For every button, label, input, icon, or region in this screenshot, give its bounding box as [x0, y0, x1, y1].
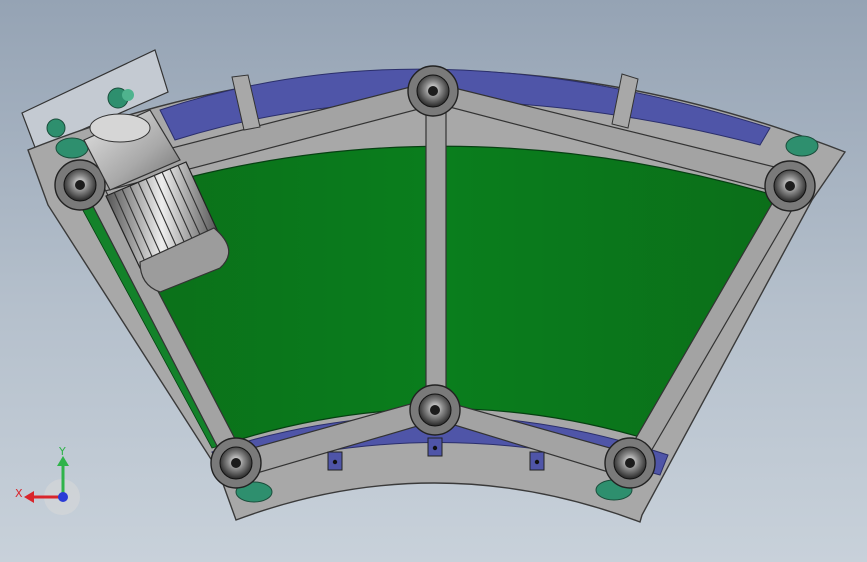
roller-top-left — [54, 159, 106, 211]
roller-bottom-center — [409, 384, 461, 436]
coordinate-triad: Y X — [15, 445, 80, 515]
graphics-viewport[interactable]: Y X — [0, 0, 867, 562]
model-canvas[interactable]: Y X — [0, 0, 867, 562]
roller-top-right — [764, 160, 816, 212]
roller-bottom-right — [604, 437, 656, 489]
x-axis-label: X — [15, 487, 23, 500]
roller-bottom-left — [210, 437, 262, 489]
y-axis-label: Y — [58, 445, 66, 458]
z-axis-dot — [58, 492, 68, 502]
roller-top-center — [407, 65, 459, 117]
